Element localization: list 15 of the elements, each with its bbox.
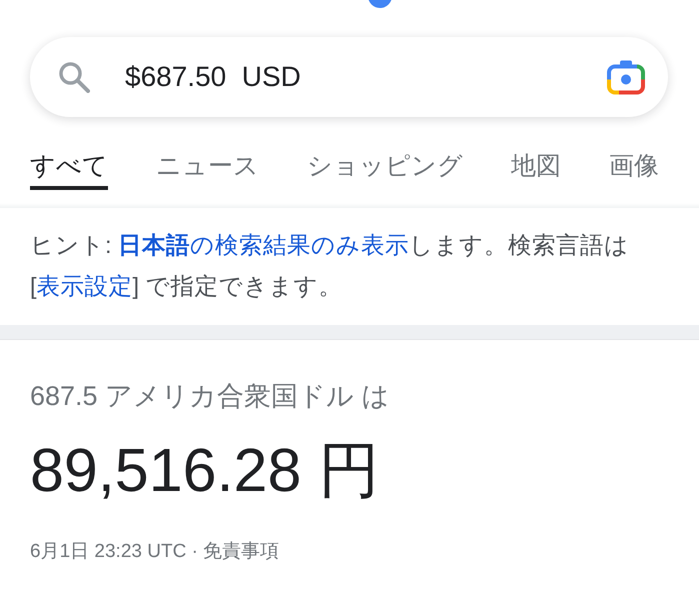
link[interactable]: 日本語の検索結果のみ表示 bbox=[118, 232, 410, 258]
link[interactable]: 表示設定 bbox=[36, 273, 133, 299]
search-icon bbox=[58, 61, 90, 93]
hint-text: ヒント: 日本語の検索結果のみ表示 します。検索言語は [表示設定] で指定できます。 bbox=[30, 231, 630, 301]
search-input[interactable]: $687.50 USD bbox=[125, 57, 572, 97]
tab[interactable]: すべて bbox=[30, 145, 108, 190]
disclaimer-link[interactable]: 免責事項 bbox=[203, 541, 280, 562]
converted-amount: 89,516.28 円 bbox=[30, 435, 380, 506]
tab[interactable]: 地図 bbox=[511, 145, 561, 190]
tab[interactable]: ニュース bbox=[156, 145, 259, 190]
tab[interactable]: ショッピング bbox=[307, 145, 463, 190]
tab[interactable]: 画像 bbox=[609, 145, 659, 190]
timestamp-text: 6月1日 23:23 UTC · 免責事項 bbox=[30, 540, 280, 564]
conversion-query: 687.5 アメリカ合衆国ドル は bbox=[30, 380, 390, 413]
camera-icon[interactable] bbox=[607, 60, 645, 94]
